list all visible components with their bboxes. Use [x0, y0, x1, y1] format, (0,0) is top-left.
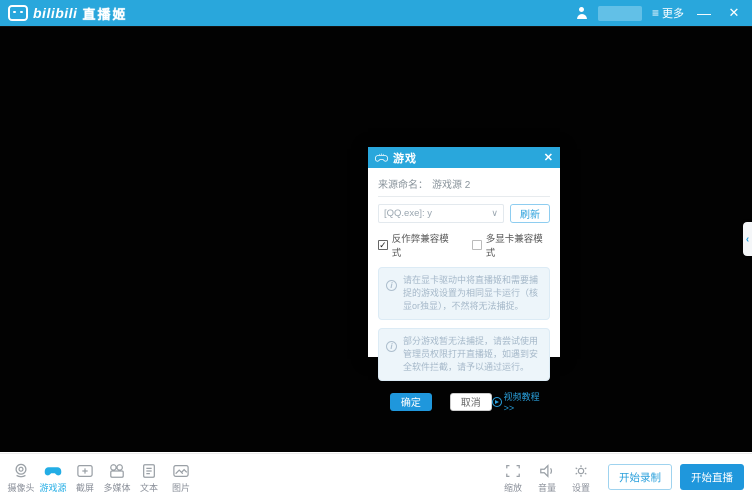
hamburger-icon: ≡ — [652, 6, 659, 20]
source-label: 多媒体 — [103, 481, 130, 494]
more-label: 更多 — [662, 5, 684, 21]
anticheat-checkbox[interactable]: ✓ 反作弊兼容模式 — [378, 231, 456, 259]
anticheat-checkbox-label: 反作弊兼容模式 — [392, 231, 456, 259]
control-label: 设置 — [572, 481, 590, 494]
panel-collapse-tab[interactable]: ‹ — [743, 222, 752, 256]
more-menu-button[interactable]: ≡ 更多 — [652, 5, 684, 21]
multigpu-checkbox[interactable]: 多显卡兼容模式 — [472, 231, 550, 259]
start-record-button[interactable]: 开始录制 — [608, 464, 672, 490]
source-button-screen-capture[interactable]: 截屏 — [70, 461, 100, 494]
chevron-down-icon: ∨ — [491, 208, 498, 219]
chevron-left-icon: ‹ — [746, 234, 749, 245]
camera-icon — [12, 463, 30, 479]
source-button-text[interactable]: 文本 — [134, 461, 164, 494]
volume-icon — [538, 463, 556, 479]
ok-button[interactable]: 确定 — [390, 393, 432, 411]
source-label: 图片 — [172, 481, 190, 494]
info-icon: i — [386, 341, 397, 352]
capture-notice: i 部分游戏暂无法捕捉，请尝试使用管理员权限打开直播姬，如遇到安全软件拦截，请予… — [378, 328, 550, 381]
source-label: 文本 — [140, 481, 158, 494]
checkbox-unchecked-icon — [472, 240, 482, 250]
refresh-button[interactable]: 刷新 — [510, 204, 550, 223]
media-icon — [108, 463, 126, 479]
settings-button[interactable]: 设置 — [566, 461, 596, 494]
multigpu-checkbox-label: 多显卡兼容模式 — [486, 231, 550, 259]
cancel-button[interactable]: 取消 — [450, 393, 492, 411]
source-button-game[interactable]: 游戏源 — [38, 461, 68, 494]
volume-control-button[interactable]: 音量 — [532, 461, 562, 494]
process-dropdown[interactable]: [QQ.exe]: y ∨ — [378, 204, 504, 223]
bilibili-tv-icon — [8, 5, 28, 21]
text-icon — [140, 463, 158, 479]
account-name-box[interactable] — [598, 6, 642, 21]
source-label: 截屏 — [76, 481, 94, 494]
control-label: 音量 — [538, 481, 556, 494]
game-source-dialog: 游戏 ✕ 来源命名： 游戏源 2 [QQ.exe]: y ∨ 刷新 ✓ 反作弊兼… — [368, 147, 560, 357]
play-circle-icon — [492, 397, 502, 407]
source-name-label: 来源命名： — [378, 176, 428, 191]
gamepad-icon — [375, 153, 388, 163]
source-name-input[interactable]: 游戏源 2 — [432, 176, 470, 191]
start-live-button[interactable]: 开始直播 — [680, 464, 744, 490]
screen-capture-icon — [76, 463, 94, 479]
titlebar: bilibili 直播姬 ≡ 更多 — ✕ — [0, 0, 752, 26]
image-icon — [172, 463, 190, 479]
minimize-button[interactable]: — — [694, 8, 714, 18]
source-label: 摄像头 — [7, 481, 34, 494]
info-icon: i — [386, 280, 397, 291]
capture-notice-text: 部分游戏暂无法捕捉，请尝试使用管理员权限打开直播姬，如遇到安全软件拦截，请予以通… — [403, 335, 542, 374]
dialog-close-button[interactable]: ✕ — [544, 151, 553, 164]
dialog-header[interactable]: 游戏 ✕ — [368, 147, 560, 168]
video-tutorial-label: 视频教程>> — [504, 390, 550, 413]
source-name-row[interactable]: 来源命名： 游戏源 2 — [378, 176, 550, 197]
bottom-toolbar: 摄像头 游戏源 截屏 多媒体 文本 图片 — [0, 453, 752, 500]
user-icon[interactable] — [576, 7, 588, 19]
dialog-title: 游戏 — [393, 150, 417, 166]
gpu-notice: i 请在显卡驱动中将直播姬和需要捕捉的游戏设置为相同显卡运行（核显or独显），不… — [378, 267, 550, 320]
zoom-control-button[interactable]: 缩放 — [498, 461, 528, 494]
control-label: 缩放 — [504, 481, 522, 494]
gpu-notice-text: 请在显卡驱动中将直播姬和需要捕捉的游戏设置为相同显卡运行（核显or独显），不然将… — [403, 274, 542, 313]
source-button-camera[interactable]: 摄像头 — [6, 461, 36, 494]
source-button-image[interactable]: 图片 — [166, 461, 196, 494]
logo-text: bilibili — [33, 5, 77, 21]
close-window-button[interactable]: ✕ — [724, 5, 744, 21]
checkbox-checked-icon: ✓ — [378, 240, 388, 250]
video-tutorial-link[interactable]: 视频教程>> — [492, 390, 550, 413]
logo-suffix: 直播姬 — [82, 4, 127, 23]
gamepad-icon — [44, 463, 62, 479]
app-logo: bilibili 直播姬 — [8, 4, 127, 23]
settings-icon — [572, 463, 590, 479]
process-dropdown-value: [QQ.exe]: y — [384, 208, 432, 219]
expand-icon — [504, 463, 522, 479]
source-label: 游戏源 — [39, 481, 66, 494]
source-button-media[interactable]: 多媒体 — [102, 461, 132, 494]
livehime-window: bilibili 直播姬 ≡ 更多 — ✕ ‹ 游戏 ✕ — [0, 0, 752, 500]
